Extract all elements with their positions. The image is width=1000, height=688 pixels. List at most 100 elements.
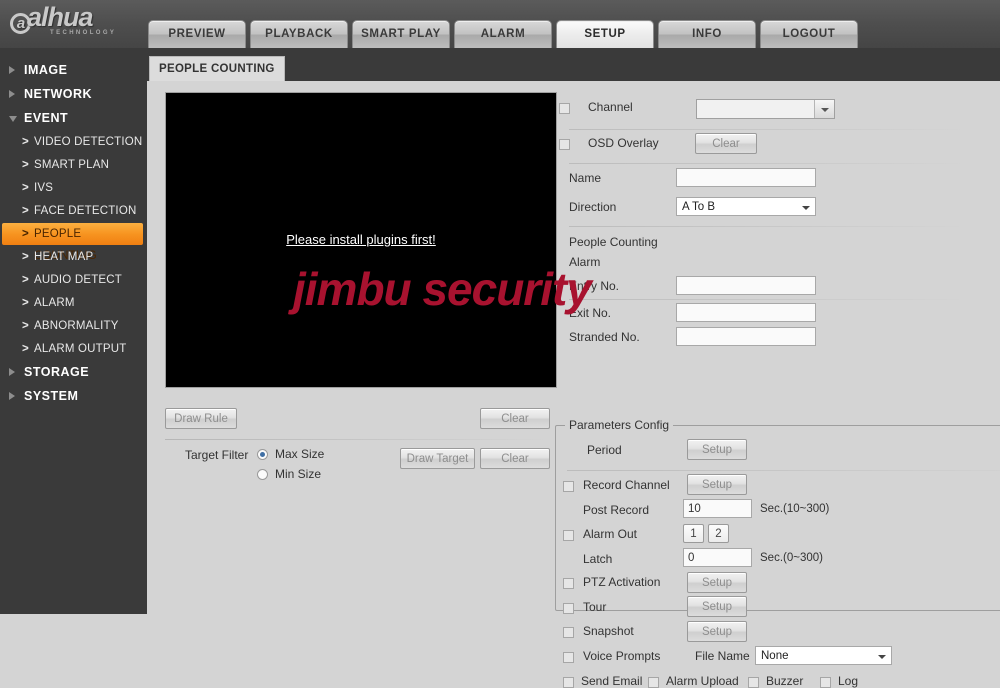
target-filter-label: Target Filter <box>185 448 249 462</box>
entry-no-label: Entry No. <box>569 279 620 293</box>
alarm-upload-label: Alarm Upload <box>666 674 739 688</box>
chevron-down-icon[interactable] <box>878 655 886 659</box>
voice-prompts-checkbox[interactable] <box>563 652 574 663</box>
parameters-config-body: Period Setup Record Channel Setup Post R… <box>555 425 1000 688</box>
install-plugins-link[interactable]: Please install plugins first! <box>166 232 556 247</box>
dahua-logo: a alhua TECHNOLOGY <box>8 2 138 44</box>
ptz-activation-checkbox[interactable] <box>563 578 574 589</box>
log-checkbox[interactable] <box>820 677 831 688</box>
form-divider-3 <box>569 226 969 227</box>
app-header: a alhua TECHNOLOGY PREVIEW PLAYBACK SMART P… <box>0 0 1000 48</box>
stranded-no-input[interactable] <box>676 327 816 346</box>
tab-playback[interactable]: PLAYBACK <box>250 20 348 48</box>
sidebar-item-label: STORAGE <box>24 365 90 379</box>
log-label: Log <box>838 674 859 688</box>
chevron-down-icon[interactable] <box>814 100 834 118</box>
sidebar-item-alarm-output[interactable]: > ALARM OUTPUT <box>0 338 147 360</box>
clear-rule-button[interactable]: Clear <box>480 408 550 429</box>
file-name-select[interactable]: None <box>755 646 892 665</box>
ptz-activation-label: PTZ Activation <box>583 575 661 589</box>
channel-select[interactable] <box>696 99 835 119</box>
alarm-upload-checkbox[interactable] <box>648 677 659 688</box>
chevron-down-icon[interactable] <box>802 206 810 210</box>
sidebar-item-audio-detect[interactable]: > AUDIO DETECT <box>0 269 147 291</box>
sidebar-item-smart-plan[interactable]: > SMART PLAN <box>0 154 147 176</box>
chevron-down-icon <box>9 116 17 122</box>
min-size-radio-icon[interactable] <box>257 469 268 480</box>
form-divider-1 <box>569 129 969 130</box>
clear-target-button[interactable]: Clear <box>480 448 550 469</box>
tab-setup[interactable]: SETUP <box>556 20 654 48</box>
snapshot-checkbox[interactable] <box>563 627 574 638</box>
chevron-right-icon <box>9 90 15 98</box>
sidebar-item-label: FACE DETECTION <box>34 205 137 217</box>
osd-clear-button[interactable]: Clear <box>695 133 757 154</box>
people-counting-title: People Counting <box>569 235 658 249</box>
latch-input[interactable]: 0 <box>683 548 752 567</box>
breadcrumb-bar: PEOPLE COUNTING <box>147 48 1000 81</box>
tour-checkbox[interactable] <box>563 603 574 614</box>
left-divider <box>165 439 550 440</box>
min-size-label: Min Size <box>275 467 322 481</box>
max-size-radio-icon[interactable] <box>257 449 268 460</box>
sidebar-item-ivs[interactable]: > IVS <box>0 177 147 199</box>
record-channel-checkbox[interactable] <box>563 481 574 492</box>
tab-preview[interactable]: PREVIEW <box>148 20 246 48</box>
logo-text: alhua <box>27 2 94 32</box>
draw-rule-button[interactable]: Draw Rule <box>165 408 237 429</box>
snapshot-setup-button[interactable]: Setup <box>687 621 747 642</box>
exit-no-label: Exit No. <box>569 306 612 320</box>
sidebar-item-image[interactable]: IMAGE <box>0 59 147 81</box>
sidebar-item-people-counting[interactable]: > PEOPLE COUNTING <box>2 223 143 262</box>
sidebar-item-heat-map[interactable]: > HEAT MAP <box>0 246 147 268</box>
alarm-out-checkbox[interactable] <box>563 530 574 541</box>
radio-min-size[interactable]: Min Size <box>257 467 321 481</box>
sidebar-item-label: IMAGE <box>24 63 68 77</box>
alarm-out-1-button[interactable]: 1 <box>683 524 704 543</box>
tab-info[interactable]: INFO <box>658 20 756 48</box>
video-preview-panel[interactable]: Please install plugins first! <box>165 92 557 388</box>
ptz-activation-setup-button[interactable]: Setup <box>687 572 747 593</box>
buzzer-checkbox[interactable] <box>748 677 759 688</box>
osd-overlay-checkbox[interactable] <box>559 139 570 150</box>
tab-alarm[interactable]: ALARM <box>454 20 552 48</box>
exit-no-input[interactable] <box>676 303 816 322</box>
file-name-value: None <box>761 650 789 662</box>
sidebar-item-storage[interactable]: STORAGE <box>0 361 147 383</box>
sidebar-item-face-detection[interactable]: > FACE DETECTION <box>0 200 147 222</box>
alarm-out-2-button[interactable]: 2 <box>708 524 729 543</box>
record-channel-setup-button[interactable]: Setup <box>687 474 747 495</box>
form-divider-2 <box>569 163 969 164</box>
alarm-title: Alarm <box>569 255 601 269</box>
draw-target-button[interactable]: Draw Target <box>400 448 475 469</box>
entry-no-input[interactable] <box>676 276 816 295</box>
sidebar-item-label: EVENT <box>24 111 69 125</box>
send-email-checkbox[interactable] <box>563 677 574 688</box>
params-divider-1 <box>567 470 1000 471</box>
sidebar-item-label: IVS <box>34 182 54 194</box>
direction-select[interactable]: A To B <box>676 197 816 216</box>
main-content: Please install plugins first! Draw Rule … <box>147 81 1000 688</box>
period-label: Period <box>587 443 622 457</box>
sidebar-item-system[interactable]: SYSTEM <box>0 385 147 407</box>
sidebar-item-video-detection[interactable]: > VIDEO DETECTION <box>0 131 147 153</box>
chevron-right-icon: > <box>22 320 29 332</box>
name-input[interactable] <box>676 168 816 187</box>
tab-smart-play[interactable]: SMART PLAY <box>352 20 450 48</box>
sidebar-item-network[interactable]: NETWORK <box>0 83 147 105</box>
sidebar-item-label: HEAT MAP <box>34 251 94 263</box>
sidebar-item-event[interactable]: EVENT <box>0 107 147 129</box>
chevron-right-icon <box>9 368 15 376</box>
max-size-label: Max Size <box>275 447 325 461</box>
sidebar-item-alarm[interactable]: > ALARM <box>0 292 147 314</box>
sidebar-item-label: AUDIO DETECT <box>34 274 123 286</box>
radio-max-size[interactable]: Max Size <box>257 447 324 461</box>
post-record-input[interactable]: 10 <box>683 499 752 518</box>
tab-logout[interactable]: LOGOUT <box>760 20 858 48</box>
channel-checkbox[interactable] <box>559 103 570 114</box>
voice-prompts-label: Voice Prompts <box>583 649 661 663</box>
sidebar-item-label: SMART PLAN <box>34 159 110 171</box>
period-setup-button[interactable]: Setup <box>687 439 747 460</box>
chevron-right-icon: > <box>22 297 29 309</box>
sidebar-item-abnormality[interactable]: > ABNORMALITY <box>0 315 147 337</box>
